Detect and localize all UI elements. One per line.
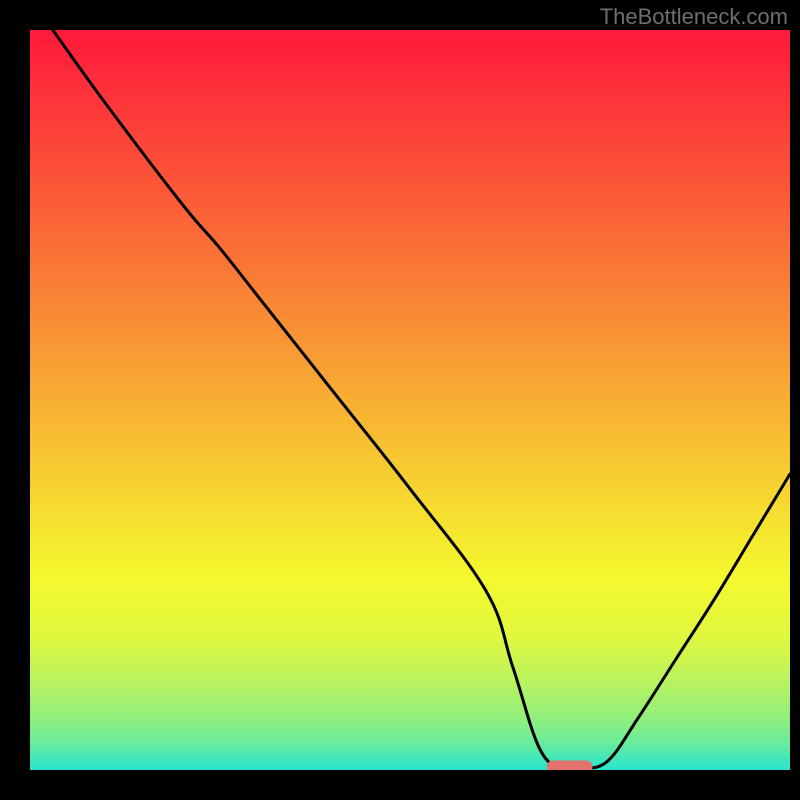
bottleneck-chart (0, 0, 800, 800)
chart-container: TheBottleneck.com (0, 0, 800, 800)
optimal-marker (547, 761, 593, 774)
watermark-text: TheBottleneck.com (600, 4, 788, 30)
